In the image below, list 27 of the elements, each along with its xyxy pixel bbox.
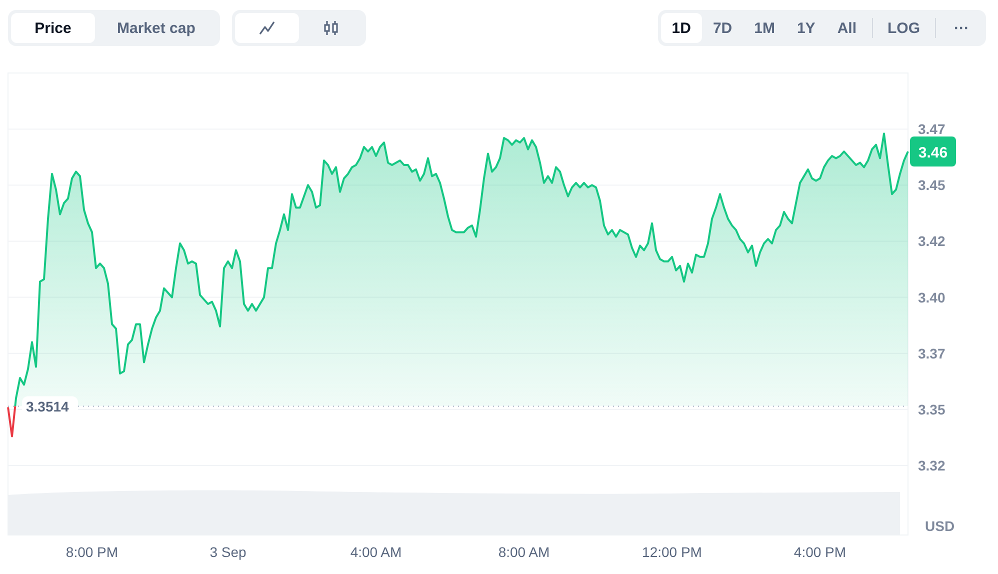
- log-button[interactable]: LOG: [876, 13, 931, 43]
- axis-label: 8:00 PM: [66, 544, 118, 560]
- reference-price: 3.3514: [26, 398, 69, 414]
- more-button[interactable]: ···: [940, 13, 983, 43]
- axis-label: 3.35: [918, 401, 946, 418]
- tab[interactable]: 7D: [702, 13, 744, 43]
- tab[interactable]: 1Y: [786, 13, 826, 43]
- tab[interactable]: All: [826, 13, 868, 43]
- axis-label: 12:00 PM: [642, 544, 702, 560]
- axis-label: 4:00 PM: [794, 544, 846, 560]
- axis-label: 3.37: [918, 345, 946, 362]
- tab[interactable]: 1M: [743, 13, 786, 43]
- axis-label: 3.47: [918, 121, 946, 138]
- axis-label: 3 Sep: [210, 544, 246, 560]
- tab[interactable]: Market cap: [95, 13, 218, 43]
- price-badge: 3.46: [910, 136, 956, 166]
- axis-label: 3.32: [918, 457, 946, 474]
- line-chart-icon: [258, 19, 276, 37]
- tab[interactable]: Price: [11, 13, 95, 43]
- currency-label: USD: [925, 518, 955, 534]
- candlestick-icon: [322, 19, 340, 37]
- axis-label: 3.45: [918, 177, 946, 194]
- axis-label: 4:00 AM: [350, 544, 402, 560]
- axis-label: 8:00 AM: [498, 544, 550, 560]
- axis-label: 3.40: [918, 289, 946, 306]
- axis-label: 3.42: [918, 233, 946, 250]
- tab[interactable]: 1D: [660, 13, 702, 43]
